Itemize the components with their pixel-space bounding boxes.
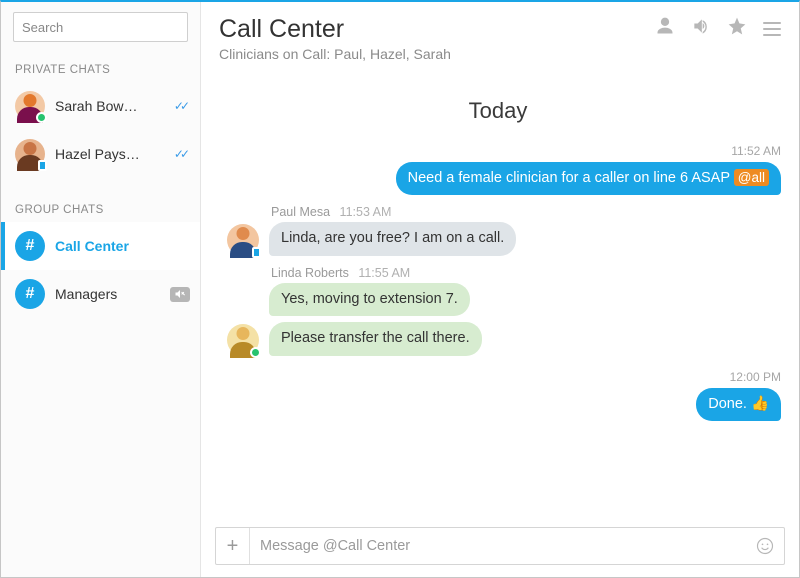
presence-mobile-icon xyxy=(252,247,261,258)
private-chat-item[interactable]: Hazel Pays… ✓✓ xyxy=(1,130,200,178)
conversation-header: Call Center Clinicians on Call: Paul, Ha… xyxy=(201,2,799,72)
sidebar: PRIVATE CHATS Sarah Bow… ✓✓ Hazel Pays… … xyxy=(1,2,201,577)
hash-icon: # xyxy=(15,279,45,309)
group-chat-item-managers[interactable]: # Managers xyxy=(1,270,200,318)
chat-name: Hazel Pays… xyxy=(55,146,164,162)
message-bubble-incoming[interactable]: Please transfer the call there. xyxy=(269,322,482,356)
star-icon[interactable] xyxy=(727,16,747,41)
section-private-label: PRIVATE CHATS xyxy=(1,50,200,82)
emoji-button[interactable] xyxy=(746,536,784,556)
sender-name: Linda Roberts xyxy=(271,266,349,280)
message-row: Done. 👍 xyxy=(215,388,781,422)
message-bubble-incoming[interactable]: Yes, moving to extension 7. xyxy=(269,283,470,317)
read-receipt-icon: ✓✓ xyxy=(174,99,186,113)
message-row: Yes, moving to extension 7. xyxy=(215,283,781,317)
page-title: Call Center xyxy=(219,16,451,44)
page-subtitle: Clinicians on Call: Paul, Hazel, Sarah xyxy=(219,46,451,62)
message-input[interactable] xyxy=(250,538,746,554)
message-meta: Paul Mesa 11:53 AM xyxy=(271,205,781,219)
avatar xyxy=(227,324,259,356)
message-composer: + xyxy=(215,527,785,565)
muted-icon xyxy=(170,287,190,302)
volume-icon[interactable] xyxy=(691,16,711,41)
mention-all-badge: @all xyxy=(734,169,769,186)
message-time: 11:53 AM xyxy=(340,205,392,219)
message-row: Linda, are you free? I am on a call. xyxy=(215,222,781,256)
search-input[interactable] xyxy=(13,12,188,42)
read-receipt-icon: ✓✓ xyxy=(174,147,186,161)
private-chat-item[interactable]: Sarah Bow… ✓✓ xyxy=(1,82,200,130)
chat-name: Call Center xyxy=(55,238,190,254)
chat-name: Managers xyxy=(55,286,160,302)
avatar xyxy=(15,91,45,121)
main-panel: Call Center Clinicians on Call: Paul, Ha… xyxy=(201,2,799,577)
members-icon[interactable] xyxy=(655,16,675,41)
message-bubble-outgoing[interactable]: Done. 👍 xyxy=(696,388,781,422)
sender-name: Paul Mesa xyxy=(271,205,330,219)
section-group-label: GROUP CHATS xyxy=(1,178,200,222)
avatar xyxy=(15,139,45,169)
app-window: PRIVATE CHATS Sarah Bow… ✓✓ Hazel Pays… … xyxy=(0,0,800,578)
conversation-scroll[interactable]: Today 11:52 AM Need a female clinician f… xyxy=(201,72,799,522)
message-bubble-incoming[interactable]: Linda, are you free? I am on a call. xyxy=(269,222,516,256)
header-text: Call Center Clinicians on Call: Paul, Ha… xyxy=(219,16,451,62)
timestamp: 11:52 AM xyxy=(215,144,781,158)
message-text: Need a female clinician for a caller on … xyxy=(408,170,734,186)
chat-name: Sarah Bow… xyxy=(55,98,164,114)
menu-icon[interactable] xyxy=(763,22,781,36)
presence-online-icon xyxy=(250,347,261,358)
presence-mobile-icon xyxy=(38,160,47,171)
search-wrap xyxy=(1,2,200,50)
day-separator: Today xyxy=(215,98,781,124)
attach-button[interactable]: + xyxy=(216,528,250,564)
app-body: PRIVATE CHATS Sarah Bow… ✓✓ Hazel Pays… … xyxy=(1,2,799,577)
hash-icon: # xyxy=(15,231,45,261)
message-row: Need a female clinician for a caller on … xyxy=(215,162,781,196)
avatar xyxy=(227,224,259,256)
message-bubble-outgoing[interactable]: Need a female clinician for a caller on … xyxy=(396,162,781,196)
message-meta: Linda Roberts 11:55 AM xyxy=(271,266,781,280)
header-actions xyxy=(655,16,781,41)
message-time: 11:55 AM xyxy=(358,266,410,280)
group-chat-item-call-center[interactable]: # Call Center xyxy=(1,222,200,270)
presence-online-icon xyxy=(36,112,47,123)
timestamp: 12:00 PM xyxy=(215,370,781,384)
message-row: Please transfer the call there. xyxy=(215,322,781,356)
